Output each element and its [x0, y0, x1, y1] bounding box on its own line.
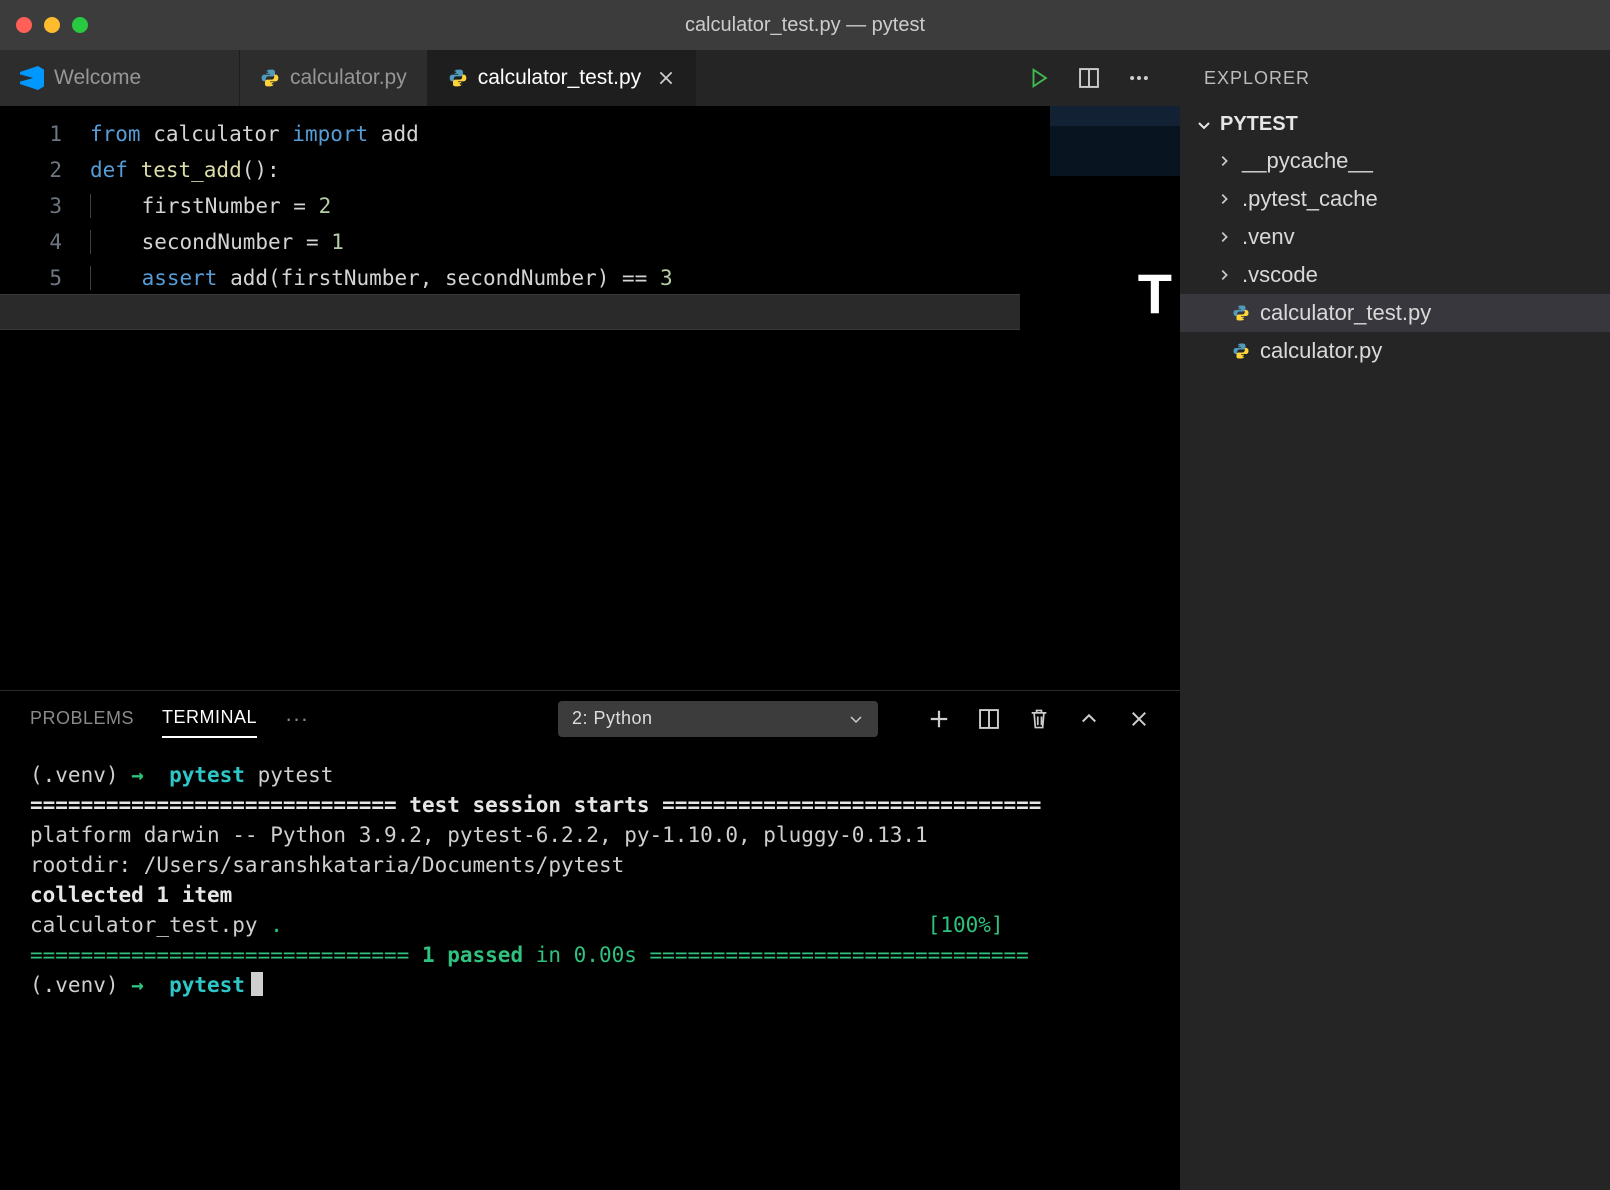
terminal-selector[interactable]: 2: Python: [558, 701, 878, 737]
close-tab-icon[interactable]: [657, 69, 675, 87]
terminal-cursor: [251, 972, 263, 996]
line-number-gutter: 123456: [0, 106, 90, 690]
code-editor[interactable]: 123456 from calculator import adddef tes…: [0, 106, 1180, 690]
titlebar: calculator_test.py — pytest: [0, 0, 1610, 50]
tree-folder[interactable]: .vscode: [1180, 256, 1610, 294]
terminal-line: ============================= test sessi…: [30, 790, 1150, 820]
terminal-line: (.venv) → pytest: [30, 970, 1150, 1000]
tab-label: calculator.py: [290, 66, 407, 90]
panel-tab-terminal[interactable]: TERMINAL: [162, 699, 257, 738]
tree-file[interactable]: calculator_test.py: [1180, 294, 1610, 332]
code-line[interactable]: secondNumber = 1: [90, 224, 1180, 260]
tab-calculator-test[interactable]: calculator_test.py: [428, 50, 696, 106]
tab-welcome[interactable]: Welcome: [0, 50, 240, 106]
split-editor-icon[interactable]: [1078, 67, 1100, 89]
minimap[interactable]: [1050, 106, 1180, 176]
line-number: 5: [0, 260, 90, 296]
window-title: calculator_test.py — pytest: [0, 14, 1610, 37]
split-terminal-icon[interactable]: [978, 708, 1000, 730]
tree-item-label: __pycache__: [1242, 148, 1373, 174]
new-terminal-icon[interactable]: [928, 708, 950, 730]
maximize-panel-icon[interactable]: [1078, 708, 1100, 730]
line-number: 3: [0, 188, 90, 224]
code-line[interactable]: firstNumber = 2: [90, 188, 1180, 224]
panel-tab-problems[interactable]: PROBLEMS: [30, 700, 134, 737]
python-icon: [260, 68, 280, 88]
explorer-title: EXPLORER: [1180, 68, 1610, 107]
terminal-line: ============================== 1 passed …: [30, 940, 1150, 970]
more-actions-icon[interactable]: [1128, 67, 1150, 89]
maximize-window-button[interactable]: [72, 17, 88, 33]
editor-tabs: Welcome calculator.py calculator_test.py: [0, 50, 1180, 106]
line-number: 1: [0, 116, 90, 152]
close-panel-icon[interactable]: [1128, 708, 1150, 730]
code-content[interactable]: from calculator import adddef test_add()…: [90, 106, 1180, 690]
overlay-badge: T: [1138, 261, 1172, 326]
python-icon: [1232, 304, 1250, 322]
tree-item-label: calculator.py: [1260, 338, 1382, 364]
tree-folder[interactable]: __pycache__: [1180, 142, 1610, 180]
explorer-sidebar: EXPLORER PYTEST __pycache__ .pytest_cache…: [1180, 50, 1610, 1190]
terminal-line: collected 1 item: [30, 880, 1150, 910]
chevron-down-icon: [1196, 117, 1212, 133]
terminal-line: rootdir: /Users/saranshkataria/Documents…: [30, 850, 1150, 880]
chevron-right-icon: [1216, 154, 1232, 168]
tree-item-label: .pytest_cache: [1242, 186, 1378, 212]
terminal-line: (.venv) → pytest pytest: [30, 760, 1150, 790]
code-line[interactable]: from calculator import add: [90, 116, 1180, 152]
line-number: 2: [0, 152, 90, 188]
tree-item-label: calculator_test.py: [1260, 300, 1431, 326]
panel-more-icon[interactable]: ···: [285, 706, 308, 732]
tab-calculator[interactable]: calculator.py: [240, 50, 428, 106]
bottom-panel: PROBLEMS TERMINAL ··· 2: Python: [0, 690, 1180, 1190]
chevron-right-icon: [1216, 268, 1232, 282]
chevron-down-icon: [848, 711, 864, 727]
window-controls: [0, 17, 88, 33]
minimize-window-button[interactable]: [44, 17, 60, 33]
chevron-right-icon: [1216, 230, 1232, 244]
python-icon: [1232, 342, 1250, 360]
terminal-line: platform darwin -- Python 3.9.2, pytest-…: [30, 820, 1150, 850]
vscode-logo-icon: [20, 66, 44, 90]
tree-item-label: .vscode: [1242, 262, 1318, 288]
close-window-button[interactable]: [16, 17, 32, 33]
kill-terminal-icon[interactable]: [1028, 708, 1050, 730]
tree-folder[interactable]: .pytest_cache: [1180, 180, 1610, 218]
explorer-root-label: PYTEST: [1220, 113, 1298, 136]
run-icon[interactable]: [1028, 67, 1050, 89]
terminal-line: calculator_test.py . [100%]: [30, 910, 1150, 940]
terminal-output[interactable]: (.venv) → pytest pytest=================…: [0, 746, 1180, 1190]
explorer-root[interactable]: PYTEST: [1180, 107, 1610, 142]
tab-label: calculator_test.py: [478, 66, 641, 90]
terminal-selector-label: 2: Python: [572, 708, 653, 729]
line-number: 4: [0, 224, 90, 260]
code-line[interactable]: assert add(firstNumber, secondNumber) ==…: [90, 260, 1180, 296]
code-line[interactable]: def test_add():: [90, 152, 1180, 188]
python-icon: [448, 68, 468, 88]
tree-file[interactable]: calculator.py: [1180, 332, 1610, 370]
tree-item-label: .venv: [1242, 224, 1295, 250]
tab-label: Welcome: [54, 66, 141, 90]
chevron-right-icon: [1216, 192, 1232, 206]
tree-folder[interactable]: .venv: [1180, 218, 1610, 256]
